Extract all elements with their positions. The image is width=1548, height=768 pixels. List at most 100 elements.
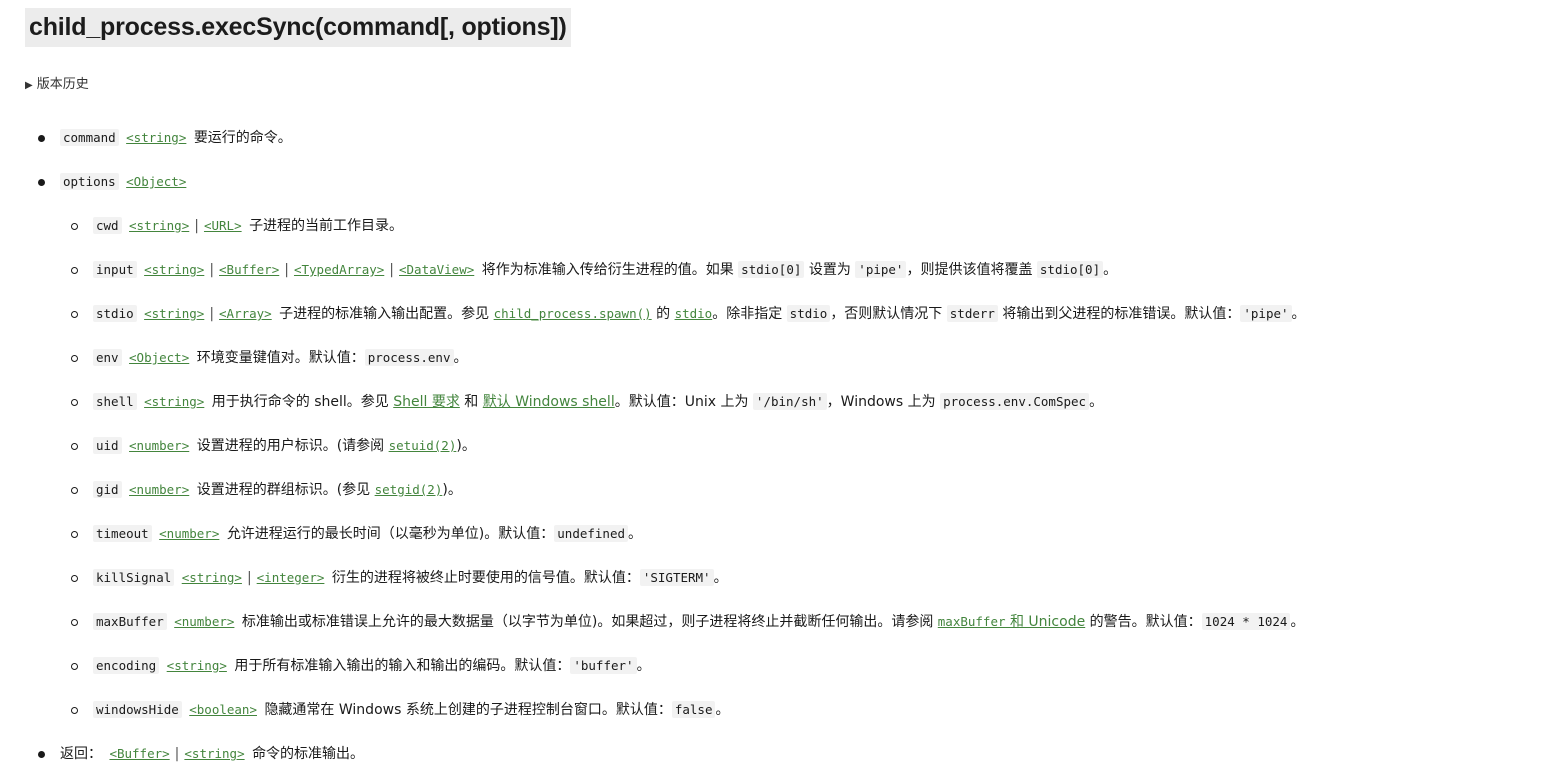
option-desc: 。默认值：Unix 上为 (614, 394, 749, 410)
option-desc: 用于执行命令的 shell。参见 (211, 394, 389, 410)
option-cwd: cwd <string> | <URL> 子进程的当前工作目录。 (71, 215, 403, 237)
setuid-link[interactable]: setuid(2) (389, 438, 457, 453)
type-link-number[interactable]: <number> (159, 526, 219, 541)
type-link-boolean[interactable]: <boolean> (189, 702, 257, 717)
option-name: killSignal (93, 569, 175, 586)
option-name: windowsHide (93, 701, 182, 718)
shell-requirements-link[interactable]: Shell 要求 (393, 394, 460, 410)
circle-bullet-icon (71, 619, 78, 626)
type-link-number[interactable]: <number> (174, 614, 234, 629)
type-link-string[interactable]: <string> (126, 130, 186, 145)
inline-code: 'buffer' (570, 657, 637, 674)
type-link-object[interactable]: <Object> (129, 350, 189, 365)
type-link-array[interactable]: <Array> (219, 306, 272, 321)
returns: 返回： <Buffer> | <string> 命令的标准输出。 (38, 743, 365, 765)
option-desc: 。 (1089, 394, 1104, 410)
circle-bullet-icon (71, 311, 78, 318)
type-link-string[interactable]: <string> (144, 394, 204, 409)
option-shell: shell <string> 用于执行命令的 shell。参见 Shell 要求… (71, 391, 1104, 413)
type-separator: | (284, 262, 289, 278)
option-name: encoding (93, 657, 160, 674)
type-link-number[interactable]: <number> (129, 438, 189, 453)
circle-bullet-icon (71, 663, 78, 670)
type-separator: | (246, 570, 252, 586)
type-separator: | (389, 262, 394, 278)
bullet-icon (38, 135, 45, 142)
type-link-string[interactable]: <string> (144, 306, 204, 321)
type-link-number[interactable]: <number> (129, 482, 189, 497)
option-desc: 。 (1103, 262, 1118, 278)
option-desc: 。 (628, 526, 643, 542)
stdio-link[interactable]: stdio (675, 306, 713, 321)
option-desc: 的 (656, 306, 671, 322)
circle-bullet-icon (71, 575, 78, 582)
type-link-buffer[interactable]: <Buffer> (109, 746, 169, 761)
type-link-string[interactable]: <string> (184, 746, 244, 761)
returns-desc: 命令的标准输出。 (252, 746, 365, 762)
option-desc: 衍生的进程将被终止时要使用的信号值。默认值： (331, 570, 640, 586)
setgid-link[interactable]: setgid(2) (375, 482, 443, 497)
type-link-string[interactable]: <string> (129, 218, 189, 233)
version-history-label: 版本历史 (36, 77, 89, 92)
type-separator: | (174, 746, 180, 762)
option-name: gid (93, 481, 122, 498)
option-desc: 设置为 (808, 262, 851, 278)
circle-bullet-icon (71, 399, 78, 406)
inline-code: false (671, 701, 716, 718)
type-separator: | (209, 306, 215, 322)
param-options: options <Object> (38, 171, 189, 193)
option-desc: 环境变量键值对。默认值： (196, 350, 365, 366)
option-uid: uid <number> 设置进程的用户标识。(请参阅 setuid(2))。 (71, 435, 476, 457)
option-desc: 将输出到父进程的标准错误。默认值： (1002, 306, 1241, 322)
inline-code: undefined (554, 525, 629, 542)
option-desc: 。 (453, 350, 468, 366)
version-history-toggle[interactable]: ▶ 版本历史 (25, 73, 89, 92)
inline-code: stdio[0] (1036, 261, 1104, 278)
option-desc: ，则提供该值将覆盖 (906, 262, 1033, 278)
option-gid: gid <number> 设置进程的群组标识。(参见 setgid(2))。 (71, 479, 462, 501)
bullet-icon (38, 179, 45, 186)
type-link-integer[interactable]: <integer> (257, 570, 325, 585)
circle-bullet-icon (71, 443, 78, 450)
type-separator: | (209, 262, 215, 278)
option-desc: 将作为标准输入传给衍生进程的值。如果 (481, 262, 734, 278)
type-link-string[interactable]: <string> (167, 658, 227, 673)
inline-code: stdio (786, 305, 831, 322)
option-desc: 。 (1291, 306, 1306, 322)
circle-bullet-icon (71, 487, 78, 494)
type-link-url[interactable]: <URL> (204, 218, 242, 233)
link-code: maxBuffer (937, 614, 1006, 629)
option-env: env <Object> 环境变量键值对。默认值： process.env。 (71, 347, 468, 369)
option-desc: 。 (715, 702, 730, 718)
link-text: 和 Unicode (1005, 614, 1086, 630)
type-link-string[interactable]: <string> (182, 570, 242, 585)
type-link-buffer[interactable]: <Buffer> (219, 262, 279, 277)
title-wrap: child_process.execSync(command[, options… (25, 8, 571, 47)
default-windows-shell-link[interactable]: 默认 Windows shell (483, 394, 615, 410)
page-title: child_process.execSync(command[, options… (25, 8, 571, 47)
type-link-typedarray[interactable]: <TypedArray> (294, 262, 384, 277)
maxbuffer-unicode-link[interactable]: maxBuffer 和 Unicode (938, 614, 1085, 630)
type-link-string[interactable]: <string> (144, 262, 204, 277)
option-name: uid (93, 437, 122, 454)
option-name: timeout (93, 525, 152, 542)
option-desc: 。除非指定 (712, 306, 783, 322)
inline-code: stderr (946, 305, 998, 322)
spawn-link[interactable]: child_process.spawn() (494, 306, 652, 321)
option-windowshide: windowsHide <boolean> 隐藏通常在 Windows 系统上创… (71, 699, 730, 721)
option-desc: 。 (636, 658, 651, 674)
type-link-object[interactable]: <Object> (126, 174, 186, 189)
option-desc: ，否则默认情况下 (830, 306, 943, 322)
type-separator: | (194, 218, 199, 234)
circle-bullet-icon (71, 707, 78, 714)
disclosure-triangle-icon: ▶ (25, 80, 33, 91)
option-desc: 设置进程的群组标识。(参见 (196, 482, 371, 498)
type-link-dataview[interactable]: <DataView> (399, 262, 474, 277)
option-desc: 允许进程运行的最长时间（以毫秒为单位)。默认值： (226, 526, 555, 542)
option-name: input (93, 261, 137, 278)
inline-code: stdio[0] (738, 261, 805, 278)
option-input: input <string> | <Buffer> | <TypedArray> | <Da… (71, 259, 1118, 281)
circle-bullet-icon (71, 531, 78, 538)
circle-bullet-icon (71, 267, 78, 274)
option-desc: 隐藏通常在 Windows 系统上创建的子进程控制台窗口。默认值： (264, 702, 672, 718)
